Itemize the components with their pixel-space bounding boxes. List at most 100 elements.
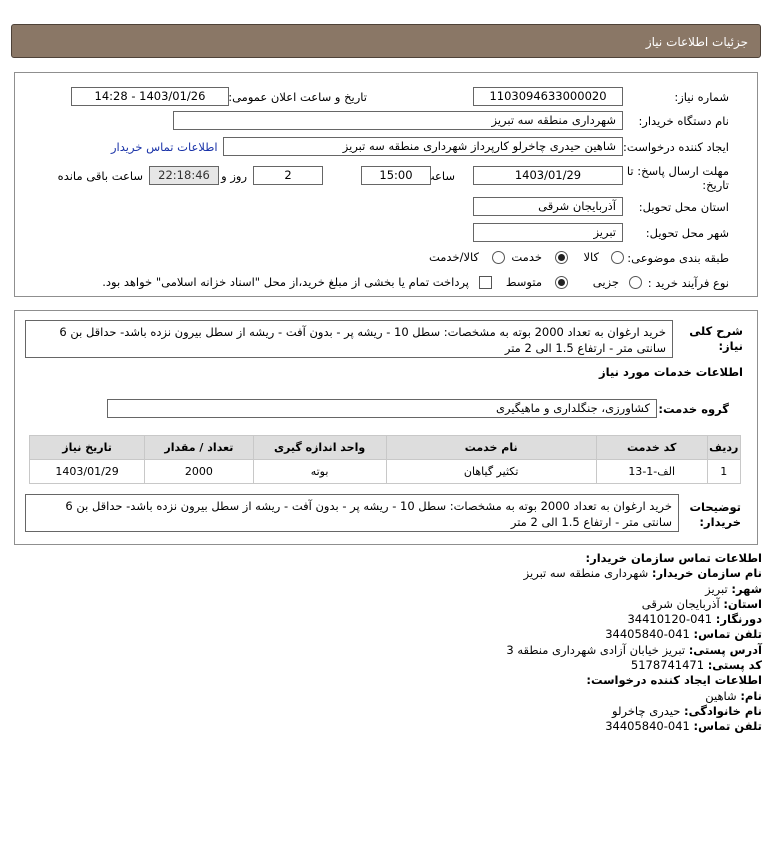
contact-phone-label: تلفن تماس: (693, 627, 762, 642)
province-field[interactable]: آذربایجان شرقی (473, 197, 623, 216)
payment-note: پرداخت تمام یا بخشی از مبلغ خرید،از محل … (102, 275, 469, 289)
announce-field[interactable]: 1403/01/26 - 14:28 (71, 87, 229, 106)
creator-name: شاهین (705, 688, 737, 703)
deadline-label: مهلت ارسال پاسخ: تا (626, 164, 729, 178)
buyer-desc-line2: سانتی متر - ارتفاع 1.5 الی 2 متر (510, 515, 672, 529)
deadline-label-date: تاریخ: (702, 178, 729, 192)
buyer-desc-label-2: خریدار: (699, 515, 741, 529)
contact-fax-label: دورنگار: (715, 612, 762, 627)
col-row: ردیف (706, 435, 742, 460)
category-option-goods-service: کالا/خدمت (428, 250, 479, 264)
category-option-goods: کالا (583, 250, 599, 264)
contact-city-label: شهر: (731, 581, 762, 596)
process-option-medium: متوسط (505, 275, 542, 289)
contact-city-row: شهر: تبریز (22, 582, 762, 597)
creator-title: اطلاعات ایجاد کننده درخواست: (586, 673, 762, 688)
contact-org-label: نام سازمان خریدار: (651, 566, 762, 581)
creator-title-row: اطلاعات ایجاد کننده درخواست: (22, 673, 762, 688)
creator-phone-row: تلفن تماس: 041-34405840 (22, 719, 762, 734)
buyer-org-field[interactable]: شهرداری منطقه سه تبریز (173, 111, 623, 130)
category-label: طبقه بندی موضوعی: (627, 251, 729, 265)
province-label: استان محل تحویل: (638, 200, 729, 214)
process-label: نوع فرآیند خرید : (647, 276, 729, 290)
page-header: جزئیات اطلاعات نیاز (11, 24, 761, 58)
services-section-title: اطلاعات خدمات مورد نیاز (599, 365, 743, 379)
creator-phone-label: تلفن تماس: (693, 719, 762, 734)
days-label: روز و (221, 169, 247, 183)
table-row[interactable]: 1 الف-1-13 تکثیر گیاهان بوته 2000 1403/0… (28, 459, 742, 484)
process-option-minor: جزیی (592, 275, 619, 289)
col-unit: واحد اندازه گیری (252, 435, 387, 460)
contact-org-row: نام سازمان خریدار: شهرداری منطقه سه تبری… (22, 566, 762, 581)
need-details-panel: شرح کلی نیاز: خرید ارغوان به تعداد 2000 … (14, 310, 758, 545)
contact-province: آذربایجان شرقی (641, 596, 720, 611)
contact-postal-label: کد پستی: (707, 658, 762, 673)
contact-address-label: آدرس پستی: (688, 642, 762, 657)
contact-title-row: اطلاعات تماس سازمان خریدار: (22, 551, 762, 566)
creator-family-row: نام خانوادگی: حیدری چاخرلو (22, 704, 762, 719)
category-radio-goods[interactable] (611, 251, 624, 264)
remaining-label: ساعت باقی مانده (57, 169, 143, 183)
service-group-label: گروه خدمت: (658, 402, 729, 416)
category-option-service: خدمت (511, 250, 542, 264)
creator-phone: 041-34405840 (605, 719, 690, 734)
buyer-contact-info: اطلاعات تماس سازمان خریدار: نام سازمان خ… (22, 551, 762, 735)
cell-need-date: 1403/01/29 (28, 459, 146, 484)
summary-text-line2: سانتی متر - ارتفاع 1.5 الی 2 متر (504, 341, 666, 355)
contact-title: اطلاعات تماس سازمان خریدار: (585, 551, 762, 565)
contact-postal-row: کد پستی: 5178741471 (22, 658, 762, 673)
buyer-desc-box: خرید ارغوان به تعداد 2000 بوته به مشخصات… (25, 494, 679, 532)
deadline-date-field[interactable]: 1403/01/29 (473, 166, 623, 185)
page-title: جزئیات اطلاعات نیاز (645, 35, 748, 49)
cell-service-code: الف-1-13 (595, 459, 708, 484)
col-need-date: تاریخ نیاز (28, 435, 146, 460)
summary-box: خرید ارغوان به تعداد 2000 بوته به مشخصات… (25, 320, 673, 358)
creator-name-label: نام: (740, 688, 762, 703)
contact-fax: 041-34410120 (627, 612, 713, 627)
contact-postal: 5178741471 (630, 658, 705, 673)
summary-label-2: نیاز: (718, 339, 743, 353)
service-group-field[interactable]: کشاورزی، جنگلداری و ماهیگیری (107, 399, 657, 418)
days-field[interactable]: 2 (253, 166, 323, 185)
col-quantity: تعداد / مقدار (144, 435, 254, 460)
buyer-desc-line1: خرید ارغوان به تعداد 2000 بوته به مشخصات… (65, 499, 672, 513)
need-number-field[interactable]: 1103094633000020 (473, 87, 623, 106)
process-radio-minor[interactable] (629, 276, 642, 289)
contact-address: تبریز خیابان آزادی شهرداری منطقه 3 (506, 642, 686, 657)
deadline-time-field[interactable]: 15:00 (361, 166, 431, 185)
requester-field[interactable]: شاهین حیدری چاخرلو کارپرداز شهرداری منطق… (223, 137, 623, 156)
creator-family-label: نام خانوادگی: (684, 703, 762, 718)
process-radio-medium[interactable] (555, 276, 568, 289)
contact-city: تبریز (705, 581, 728, 596)
category-radio-service[interactable] (555, 251, 568, 264)
contact-org: شهرداری منطقه سه تبریز (523, 566, 649, 581)
col-service-code: کد خدمت (595, 435, 708, 460)
buyer-contact-link[interactable]: اطلاعات تماس خریدار (111, 140, 218, 154)
col-service-name: نام خدمت (385, 435, 597, 460)
cell-quantity: 2000 (144, 459, 254, 484)
city-label: شهر محل تحویل: (645, 226, 729, 240)
contact-phone: 041-34405840 (605, 627, 690, 642)
treasury-payment-checkbox[interactable] (479, 276, 492, 289)
creator-name-row: نام: شاهین (22, 689, 762, 704)
remaining-time-field: 22:18:46 (149, 166, 219, 185)
need-number-label: شماره نیاز: (674, 90, 729, 104)
cell-row: 1 (706, 459, 742, 484)
category-radio-goods-service[interactable] (492, 251, 505, 264)
contact-phone-row: تلفن تماس: 041-34405840 (22, 627, 762, 642)
summary-text-line1: خرید ارغوان به تعداد 2000 بوته به مشخصات… (59, 325, 666, 339)
summary-label: شرح کلی (689, 324, 743, 338)
buyer-org-label: نام دستگاه خریدار: (638, 114, 729, 128)
city-field[interactable]: تبریز (473, 223, 623, 242)
contact-province-row: استان: آذربایجان شرقی (22, 597, 762, 612)
requester-label: ایجاد کننده درخواست: (623, 140, 729, 154)
services-table: ردیف کد خدمت نام خدمت واحد اندازه گیری ت… (28, 435, 742, 484)
buyer-desc-label: توضیحات (689, 500, 742, 514)
cell-service-name: تکثیر گیاهان (385, 459, 597, 484)
contact-province-label: استان: (723, 596, 762, 611)
general-info-panel: شماره نیاز: 1103094633000020 تاریخ و ساع… (14, 72, 758, 297)
cell-unit: بوته (252, 459, 387, 484)
contact-fax-row: دورنگار: 041-34410120 (22, 612, 762, 627)
contact-address-row: آدرس پستی: تبریز خیابان آزادی شهرداری من… (22, 643, 762, 658)
services-table-header: ردیف کد خدمت نام خدمت واحد اندازه گیری ت… (28, 435, 742, 460)
